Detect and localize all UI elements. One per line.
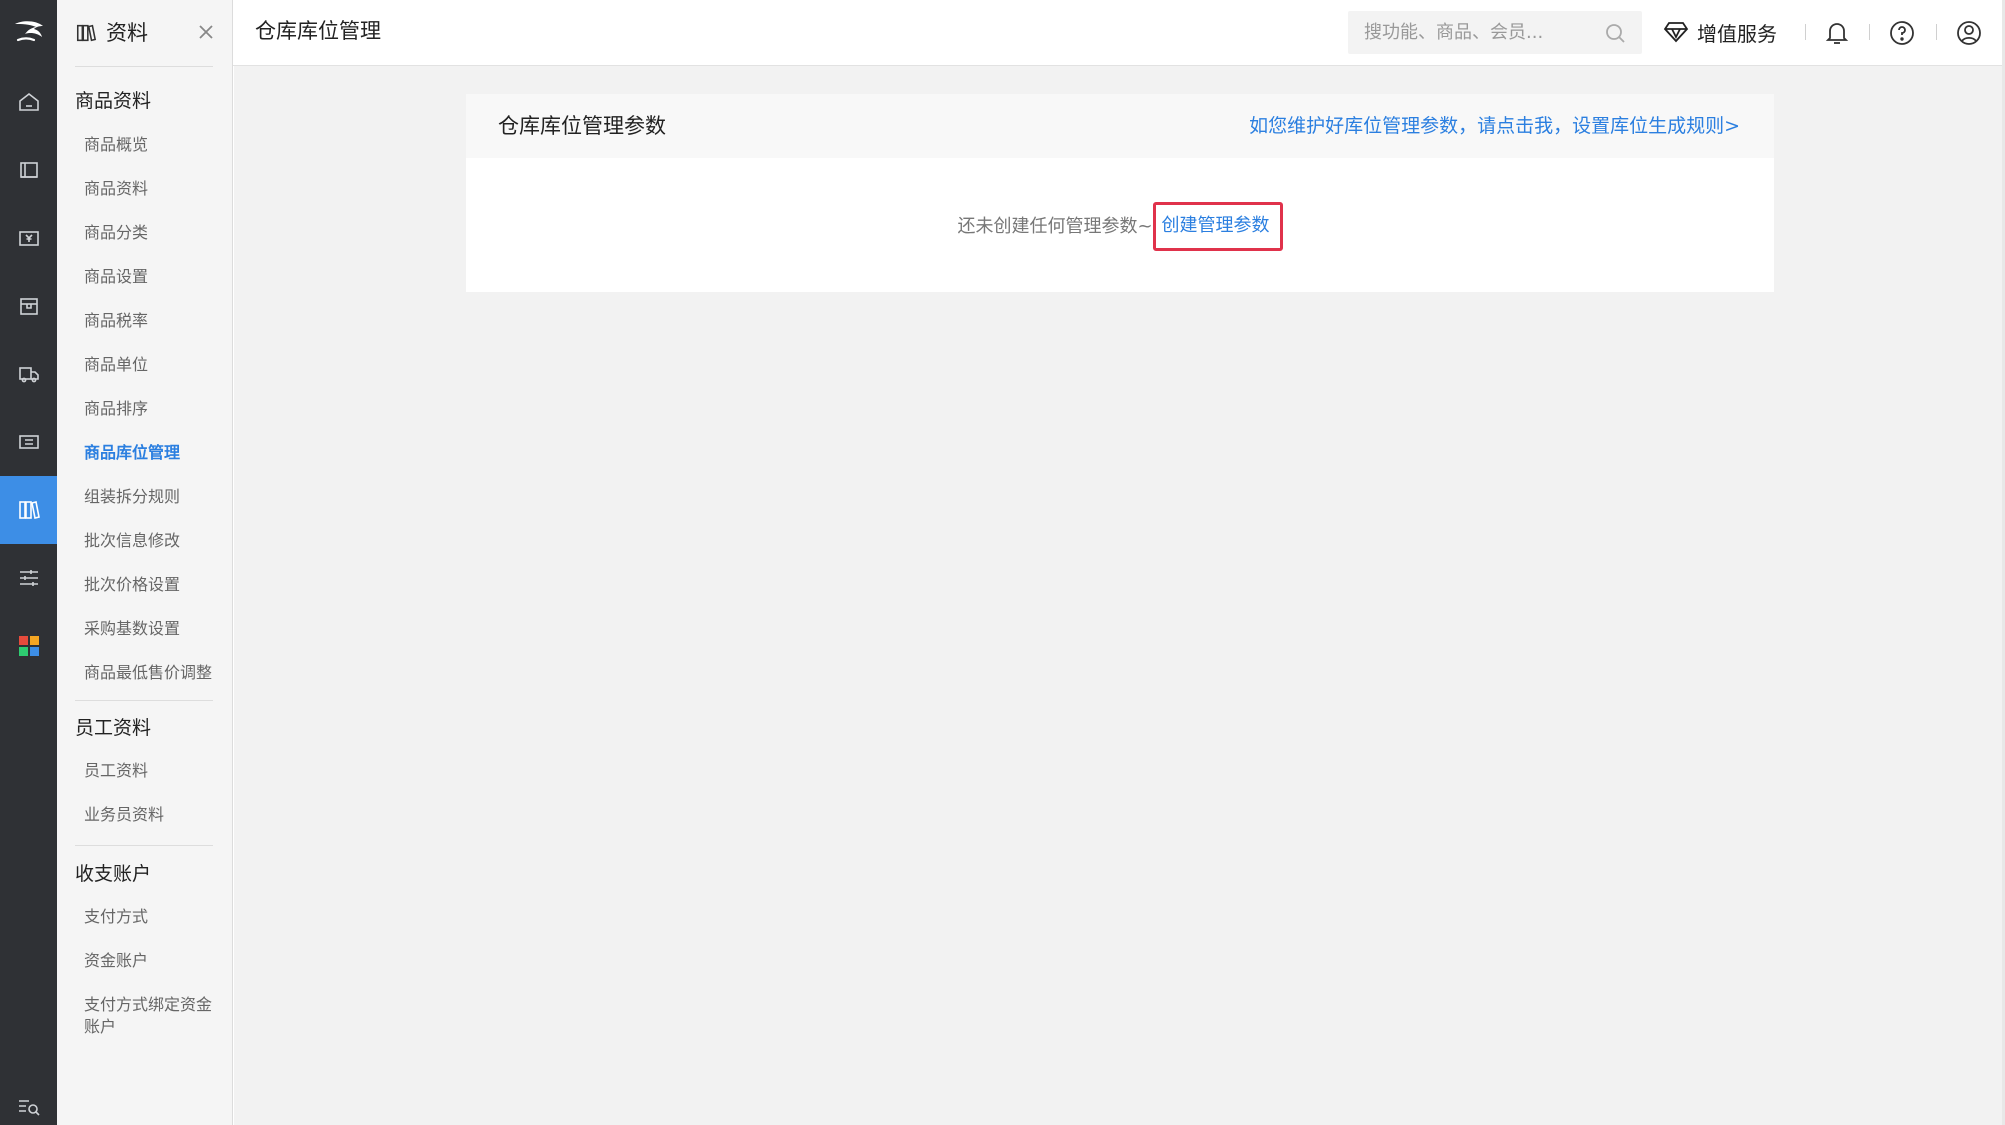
- value-added-service-label: 增值服务: [1697, 21, 1777, 46]
- rail-ticket[interactable]: [0, 408, 57, 476]
- library-icon: [76, 24, 97, 42]
- location-params-card: 仓库库位管理参数 如您维护好库位管理参数，请点击我，设置库位生成规则> 还未创建…: [466, 94, 1774, 292]
- help-button[interactable]: [1888, 19, 1916, 47]
- create-params-link[interactable]: 创建管理参数: [1152, 202, 1283, 251]
- rail-apps[interactable]: [0, 612, 57, 680]
- menu-item-batch-info[interactable]: 批次信息修改: [84, 530, 224, 552]
- user-avatar-icon: [1957, 21, 1981, 45]
- menu-item-assembly-rules[interactable]: 组装拆分规则: [84, 486, 224, 508]
- notifications-button[interactable]: [1823, 19, 1851, 47]
- home-icon: [18, 92, 39, 111]
- menu-item-purchase-base[interactable]: 采购基数设置: [84, 618, 224, 640]
- value-added-service-button[interactable]: 增值服务: [1663, 16, 1777, 48]
- menu-item-payment-binding[interactable]: 支付方式绑定资金账户: [84, 994, 222, 1038]
- divider: [75, 700, 213, 701]
- app-logo[interactable]: [0, 0, 57, 64]
- icon-rail: [0, 0, 57, 1125]
- menu-item-goods-sort[interactable]: 商品排序: [84, 398, 224, 420]
- library-icon: [18, 501, 40, 519]
- location-rule-help-link[interactable]: 如您维护好库位管理参数，请点击我，设置库位生成规则>: [1249, 113, 1740, 139]
- card-header: 仓库库位管理参数 如您维护好库位管理参数，请点击我，设置库位生成规则>: [466, 94, 1774, 158]
- rail-menu-search[interactable]: [0, 1089, 57, 1125]
- secondary-menu: 资料 商品资料 商品概览 商品资料 商品分类 商品设置 商品税率 商品单位 商品…: [57, 0, 233, 1125]
- menu-item-goods-overview[interactable]: 商品概览: [84, 134, 224, 156]
- bell-icon: [1825, 23, 1849, 44]
- box-icon: [19, 298, 38, 315]
- ticket-icon: [18, 435, 39, 449]
- rail-finance[interactable]: [0, 204, 57, 272]
- book-icon: [19, 162, 38, 178]
- submenu-title: 资料: [106, 21, 148, 45]
- menu-item-goods-tax[interactable]: 商品税率: [84, 310, 224, 332]
- close-icon[interactable]: [195, 21, 217, 43]
- group-title-goods: 商品资料: [75, 90, 152, 112]
- main-content: 仓库库位管理参数 如您维护好库位管理参数，请点击我，设置库位生成规则> 还未创建…: [234, 66, 2005, 1125]
- diamond-icon: [1663, 22, 1689, 43]
- card-title: 仓库库位管理参数: [498, 114, 666, 138]
- rail-logistics[interactable]: [0, 340, 57, 408]
- rail-book[interactable]: [0, 136, 57, 204]
- menu-item-goods-location[interactable]: 商品库位管理: [84, 442, 224, 464]
- menu-item-staff-data[interactable]: 员工资料: [84, 760, 224, 782]
- divider: [1805, 24, 1806, 40]
- search-icon[interactable]: [1604, 22, 1626, 44]
- user-menu-button[interactable]: [1955, 19, 1983, 47]
- menu-search-icon: [18, 1100, 40, 1116]
- divider: [75, 66, 213, 67]
- apps-grid-icon: [18, 636, 39, 656]
- rail-data[interactable]: [0, 476, 57, 544]
- menu-item-goods-settings[interactable]: 商品设置: [84, 266, 224, 288]
- submenu-header: 资料: [57, 0, 233, 66]
- menu-item-min-price[interactable]: 商品最低售价调整: [84, 662, 224, 684]
- rail-settings[interactable]: [0, 544, 57, 612]
- search-input[interactable]: [1348, 11, 1598, 54]
- menu-item-goods-data[interactable]: 商品资料: [84, 178, 224, 200]
- top-bar: 仓库库位管理 增值服务: [233, 0, 2005, 66]
- yen-card-icon: [18, 231, 39, 246]
- menu-item-goods-category[interactable]: 商品分类: [84, 222, 224, 244]
- divider: [75, 845, 213, 846]
- divider: [1936, 24, 1937, 40]
- help-icon: [1890, 21, 1914, 45]
- divider: [1869, 24, 1870, 40]
- page-title: 仓库库位管理: [255, 19, 381, 43]
- menu-item-batch-price[interactable]: 批次价格设置: [84, 574, 224, 596]
- empty-state: 还未创建任何管理参数~ 创建管理参数: [466, 202, 1774, 251]
- sliders-icon: [19, 570, 38, 586]
- rail-home[interactable]: [0, 68, 57, 136]
- empty-message: 还未创建任何管理参数~: [957, 215, 1153, 237]
- menu-item-salesman-data[interactable]: 业务员资料: [84, 804, 224, 826]
- truck-icon: [18, 367, 39, 383]
- group-title-accounts: 收支账户: [75, 863, 152, 885]
- global-search: [1348, 11, 1642, 54]
- menu-item-goods-unit[interactable]: 商品单位: [84, 354, 224, 376]
- group-title-staff: 员工资料: [75, 717, 152, 739]
- logo-icon: [14, 21, 43, 42]
- rail-package[interactable]: [0, 272, 57, 340]
- menu-item-fund-account[interactable]: 资金账户: [84, 950, 224, 972]
- menu-item-payment-method[interactable]: 支付方式: [84, 906, 224, 928]
